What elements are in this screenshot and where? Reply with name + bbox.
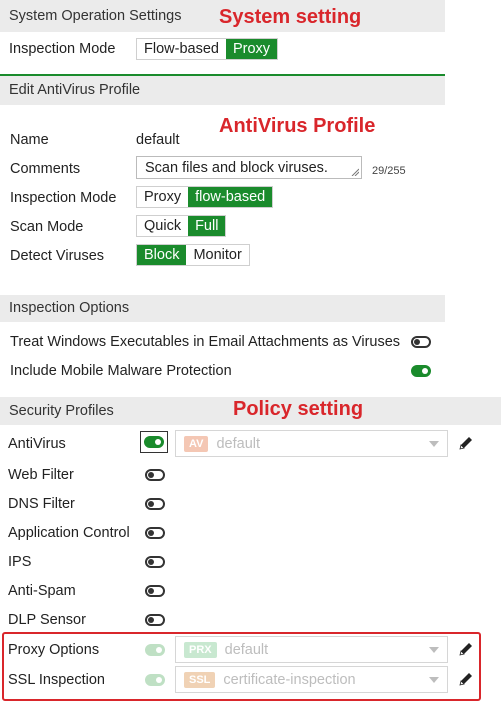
edit-pencil-icon[interactable] xyxy=(458,671,474,687)
ssl-inspection-value: certificate-inspection xyxy=(223,671,356,688)
dlp-sensor-toggle[interactable] xyxy=(145,614,165,626)
antivirus-label: AntiVirus xyxy=(8,436,66,452)
detect-monitor-option[interactable]: Monitor xyxy=(186,245,248,265)
detect-block-option[interactable]: Block xyxy=(137,245,187,265)
av-mode-proxy-option[interactable]: Proxy xyxy=(137,187,188,207)
system-inspection-mode-label: Inspection Mode xyxy=(9,41,116,57)
prx-badge: PRX xyxy=(184,641,217,658)
antivirus-profile-value: default xyxy=(216,435,261,452)
av-mode-flow-option[interactable]: flow-based xyxy=(188,187,273,207)
scan-mode-toggle: Quick Full xyxy=(136,215,227,237)
app-control-label: Application Control xyxy=(8,525,130,541)
app-control-toggle[interactable] xyxy=(145,527,165,539)
web-filter-label: Web Filter xyxy=(8,467,74,483)
detect-viruses-toggle: Block Monitor xyxy=(136,244,250,266)
scan-full-option[interactable]: Full xyxy=(188,216,226,236)
chevron-down-icon xyxy=(429,677,439,683)
system-settings-title: System Operation Settings xyxy=(9,8,182,24)
av-badge: AV xyxy=(184,435,209,452)
ips-label: IPS xyxy=(8,554,32,570)
ssl-badge: SSL xyxy=(184,671,216,688)
scan-mode-label: Scan Mode xyxy=(10,219,84,235)
dns-filter-toggle[interactable] xyxy=(145,498,165,510)
annotation-antivirus-profile: AntiVirus Profile xyxy=(219,115,376,137)
antivirus-toggle[interactable] xyxy=(144,436,164,448)
inspection-options-header: Inspection Options xyxy=(0,295,445,322)
security-profiles-title: Security Profiles xyxy=(9,403,114,419)
av-profile-header: Edit AntiVirus Profile xyxy=(0,76,445,105)
comments-textarea[interactable]: Scan files and block viruses. xyxy=(136,156,362,179)
resize-handle-icon[interactable] xyxy=(351,168,359,176)
av-profile-title: Edit AntiVirus Profile xyxy=(9,82,141,98)
antivirus-toggle-focus xyxy=(140,431,168,453)
proxy-options-toggle[interactable] xyxy=(145,644,165,656)
mobile-malware-label: Include Mobile Malware Protection xyxy=(10,363,232,379)
system-mode-flow-option[interactable]: Flow-based xyxy=(137,39,226,59)
scan-quick-option[interactable]: Quick xyxy=(137,216,188,236)
ips-toggle[interactable] xyxy=(145,556,165,568)
chevron-down-icon xyxy=(429,441,439,447)
name-label: Name xyxy=(10,132,49,148)
web-filter-toggle[interactable] xyxy=(145,469,165,481)
mobile-malware-toggle[interactable] xyxy=(411,365,431,377)
comments-label: Comments xyxy=(10,161,81,177)
edit-pencil-icon[interactable] xyxy=(458,435,474,451)
av-inspection-mode-toggle: Proxy flow-based xyxy=(136,186,274,208)
proxy-options-label: Proxy Options xyxy=(8,642,100,658)
system-inspection-mode-toggle: Flow-based Proxy xyxy=(136,38,279,60)
ssl-inspection-label: SSL Inspection xyxy=(8,672,105,688)
proxy-options-value: default xyxy=(224,641,269,658)
treat-windows-label: Treat Windows Executables in Email Attac… xyxy=(10,334,401,350)
antivirus-profile-select[interactable]: AV default xyxy=(175,430,448,457)
inspection-options-title: Inspection Options xyxy=(9,300,130,316)
annotation-system-setting: System setting xyxy=(219,6,362,28)
anti-spam-label: Anti-Spam xyxy=(8,583,76,599)
chevron-down-icon xyxy=(429,647,439,653)
name-value: default xyxy=(136,132,180,148)
comments-counter: 29/255 xyxy=(372,165,406,177)
annotation-policy-setting: Policy setting xyxy=(233,398,364,420)
treat-windows-toggle[interactable] xyxy=(411,336,431,348)
ssl-inspection-select[interactable]: SSL certificate-inspection xyxy=(175,666,448,693)
dns-filter-label: DNS Filter xyxy=(8,496,75,512)
proxy-options-select[interactable]: PRX default xyxy=(175,636,448,663)
ssl-inspection-toggle[interactable] xyxy=(145,674,165,686)
system-mode-proxy-option[interactable]: Proxy xyxy=(225,39,278,59)
edit-pencil-icon[interactable] xyxy=(458,641,474,657)
anti-spam-toggle[interactable] xyxy=(145,585,165,597)
av-inspection-mode-label: Inspection Mode xyxy=(10,190,117,206)
dlp-sensor-label: DLP Sensor xyxy=(8,612,86,628)
comments-text: Scan files and block viruses. xyxy=(145,159,328,176)
detect-viruses-label: Detect Viruses xyxy=(10,248,105,264)
